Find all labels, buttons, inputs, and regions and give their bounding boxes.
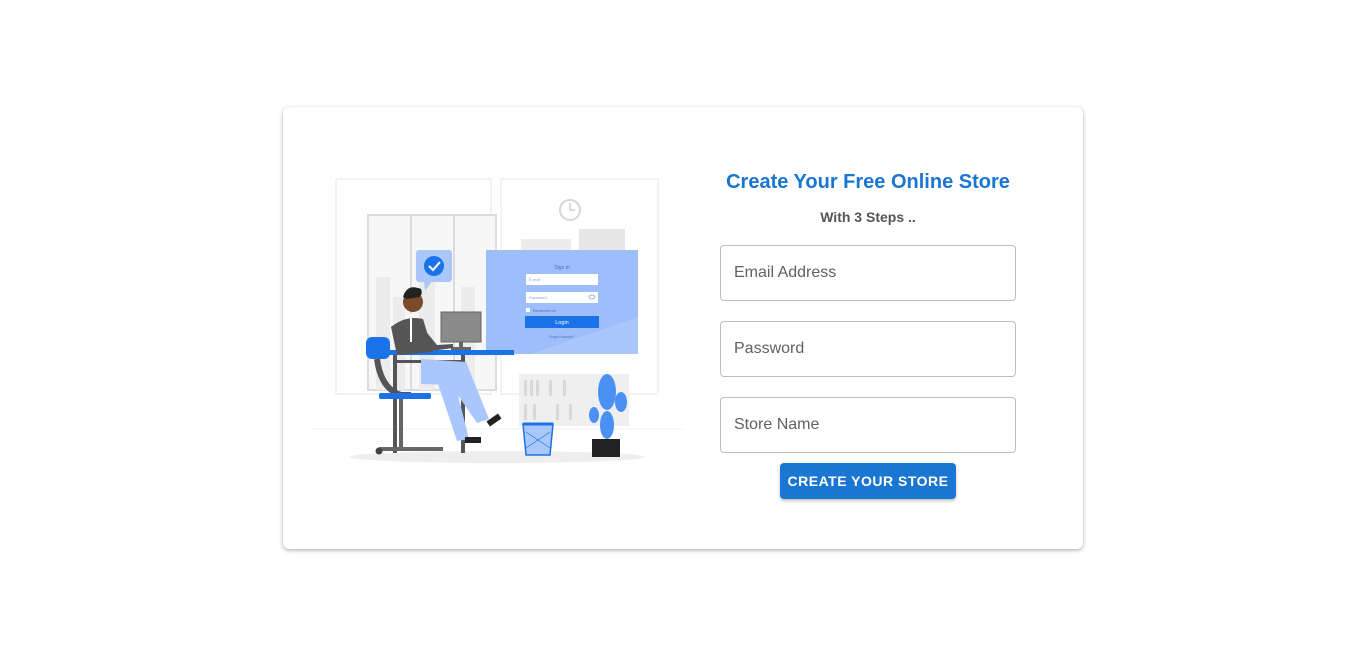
illustration-remember-text: Remember me — [533, 309, 556, 313]
illustration-email-text: E-mail — [529, 277, 540, 282]
person-at-desk-illustration: Sign in E-mail Password Remember me Logi… — [311, 177, 683, 467]
create-store-button[interactable]: CREATE YOUR STORE — [780, 463, 956, 499]
email-field[interactable] — [720, 245, 1016, 301]
illustration-password-text: Password — [529, 295, 547, 300]
illustration-login-text: Login — [555, 320, 568, 326]
page-subtitle: With 3 Steps .. — [820, 209, 916, 225]
illustration-forgot-text: Forgot Password? — [549, 335, 575, 339]
illustration-signin-text: Sign in — [554, 265, 570, 271]
store-name-field[interactable] — [720, 397, 1016, 453]
password-field[interactable] — [720, 321, 1016, 377]
signup-card: Sign in E-mail Password Remember me Logi… — [283, 107, 1083, 549]
page-title: Create Your Free Online Store — [726, 171, 1010, 193]
